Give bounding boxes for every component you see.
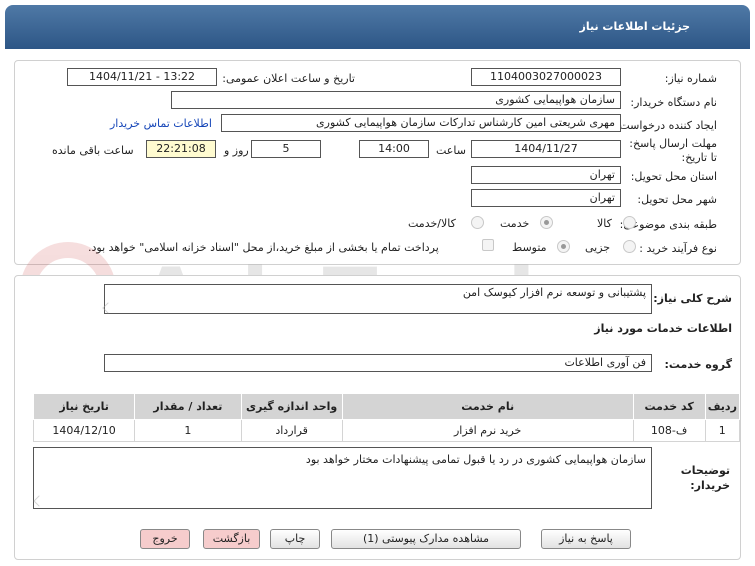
back-button[interactable]: بازگشت: [203, 529, 260, 549]
creator-label: ایجاد کننده درخواست:: [615, 119, 717, 132]
col-row-header: ردیف: [704, 393, 741, 420]
buyer-notes-field: سازمان هواپیمایی کشوری در رد یا قبول تما…: [33, 447, 652, 509]
category-goods-service-label: کالا/خدمت: [408, 217, 456, 230]
reply-button[interactable]: پاسخ به نیاز: [541, 529, 631, 549]
announce-field: 1404/11/21 - 13:22: [67, 68, 217, 86]
summary-label: شرح کلی نیاز:: [653, 292, 732, 305]
table-row: 1 ف-108 خرید نرم افزار قرارداد 1 1404/12…: [32, 419, 741, 442]
process-minor-radio[interactable]: [623, 240, 636, 253]
process-medium-label: متوسط: [512, 241, 547, 254]
process-medium-radio[interactable]: [557, 240, 570, 253]
days-field: 5: [251, 140, 321, 158]
table-header-row: ردیف کد خدمت نام خدمت واحد اندازه گیری ت…: [32, 393, 741, 420]
process-minor-label: جزیی: [585, 241, 611, 254]
print-button[interactable]: چاپ: [270, 529, 320, 549]
treasury-payment-note: پرداخت تمام یا بخشی از مبلغ خرید،از محل …: [88, 241, 439, 254]
days-label: روز و: [224, 144, 249, 157]
city-field: تهران: [471, 189, 621, 207]
category-goods-label: کالا: [597, 217, 612, 230]
deadline-label: مهلت ارسال پاسخ: تا تاریخ:: [629, 137, 717, 164]
col-date-header: تاریخ نیاز: [32, 393, 136, 420]
page-header: جزئیات اطلاعات نیاز: [5, 5, 750, 49]
attachments-button[interactable]: مشاهده مدارک پیوستی (1): [331, 529, 521, 549]
category-service-radio[interactable]: [540, 216, 553, 229]
cell-qty: 1: [134, 419, 242, 442]
creator-field: مهری شریعتی امین کارشناس تدارکات سازمان …: [221, 114, 621, 132]
announce-label: تاریخ و ساعت اعلان عمومی:: [222, 72, 355, 85]
city-label: شهر محل تحویل:: [637, 193, 717, 206]
col-unit-header: واحد اندازه گیری: [240, 393, 343, 420]
services-table: ردیف کد خدمت نام خدمت واحد اندازه گیری ت…: [32, 393, 741, 442]
treasury-payment-checkbox[interactable]: [482, 239, 494, 251]
deadline-date-field: 1404/11/27: [471, 140, 621, 158]
summary-field: پشتیبانی و توسعه نرم افزار کیوسک امن: [104, 284, 652, 314]
col-qty-header: تعداد / مقدار: [134, 393, 242, 420]
category-goods-service-radio[interactable]: [471, 216, 484, 229]
service-group-label: گروه خدمت:: [664, 358, 732, 371]
need-number-field: 1104003027000023: [471, 68, 621, 86]
buyer-notes-label: توضیحات خریدار:: [680, 464, 730, 492]
remaining-time-field: 22:21:08: [146, 140, 216, 158]
province-field: تهران: [471, 166, 621, 184]
exit-button[interactable]: خروج: [140, 529, 190, 549]
cell-date: 1404/12/10: [32, 419, 136, 442]
cell-row: 1: [704, 419, 741, 442]
province-label: استان محل تحویل:: [630, 170, 717, 183]
cell-unit: قرارداد: [240, 419, 343, 442]
cell-code: ف-108: [632, 419, 706, 442]
buyer-contact-link[interactable]: اطلاعات تماس خریدار: [110, 117, 212, 130]
page-title: جزئیات اطلاعات نیاز: [579, 20, 691, 33]
process-label: نوع فرآیند خرید :: [639, 242, 717, 255]
buyer-org-label: نام دستگاه خریدار:: [630, 96, 717, 109]
category-service-label: خدمت: [500, 217, 530, 230]
col-name-header: نام خدمت: [341, 393, 634, 420]
need-number-label: شماره نیاز:: [664, 72, 717, 85]
col-code-header: کد خدمت: [632, 393, 706, 420]
category-goods-radio[interactable]: [623, 216, 636, 229]
buyer-org-field: سازمان هواپیمایی کشوری: [171, 91, 621, 109]
deadline-time-field: 14:00: [359, 140, 429, 158]
services-section-title: اطلاعات خدمات مورد نیاز: [594, 322, 732, 335]
cell-name: خرید نرم افزار: [341, 419, 634, 442]
service-group-field: فن آوری اطلاعات: [104, 354, 652, 372]
time-label: ساعت: [436, 144, 466, 157]
remaining-label: ساعت باقی مانده: [52, 144, 134, 157]
